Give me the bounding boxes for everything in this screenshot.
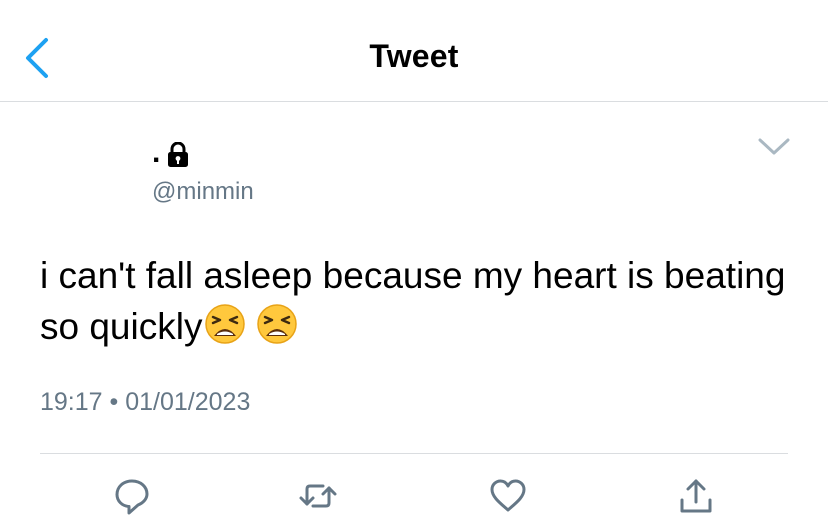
weary-face-emoji-icon (257, 304, 298, 344)
page-title: Tweet (369, 38, 459, 74)
like-button[interactable] (488, 476, 528, 516)
share-icon (680, 479, 712, 513)
share-button[interactable] (676, 476, 716, 516)
retweet-icon (299, 484, 337, 508)
heart-icon (490, 479, 526, 512)
actions-divider (40, 453, 788, 454)
weary-face-emoji-icon (205, 304, 246, 344)
tweet-date: 01/01/2023 (125, 388, 251, 416)
chevron-down-icon (758, 138, 790, 155)
tweet-body: i can't fall asleep because my heart is … (40, 250, 800, 352)
reply-button[interactable] (112, 476, 152, 516)
tweet-detail-screen: Tweet . @minmin i can't fall asleep beca… (0, 0, 828, 530)
user-handle[interactable]: @minmin (152, 178, 254, 206)
tweet-options-button[interactable] (756, 134, 792, 160)
lock-icon (168, 142, 189, 167)
tweet-text: i can't fall asleep because my heart is … (40, 255, 786, 347)
retweet-button[interactable] (298, 476, 338, 516)
tweet-time: 19:17 (40, 388, 103, 416)
reply-icon (115, 479, 149, 515)
author-name-row[interactable]: . (152, 138, 190, 168)
meta-separator: • (109, 388, 119, 416)
display-name: . (152, 136, 161, 169)
tweet-timestamp: 19:17 • 01/01/2023 (40, 388, 250, 417)
top-navigation-bar: Tweet (0, 0, 828, 102)
